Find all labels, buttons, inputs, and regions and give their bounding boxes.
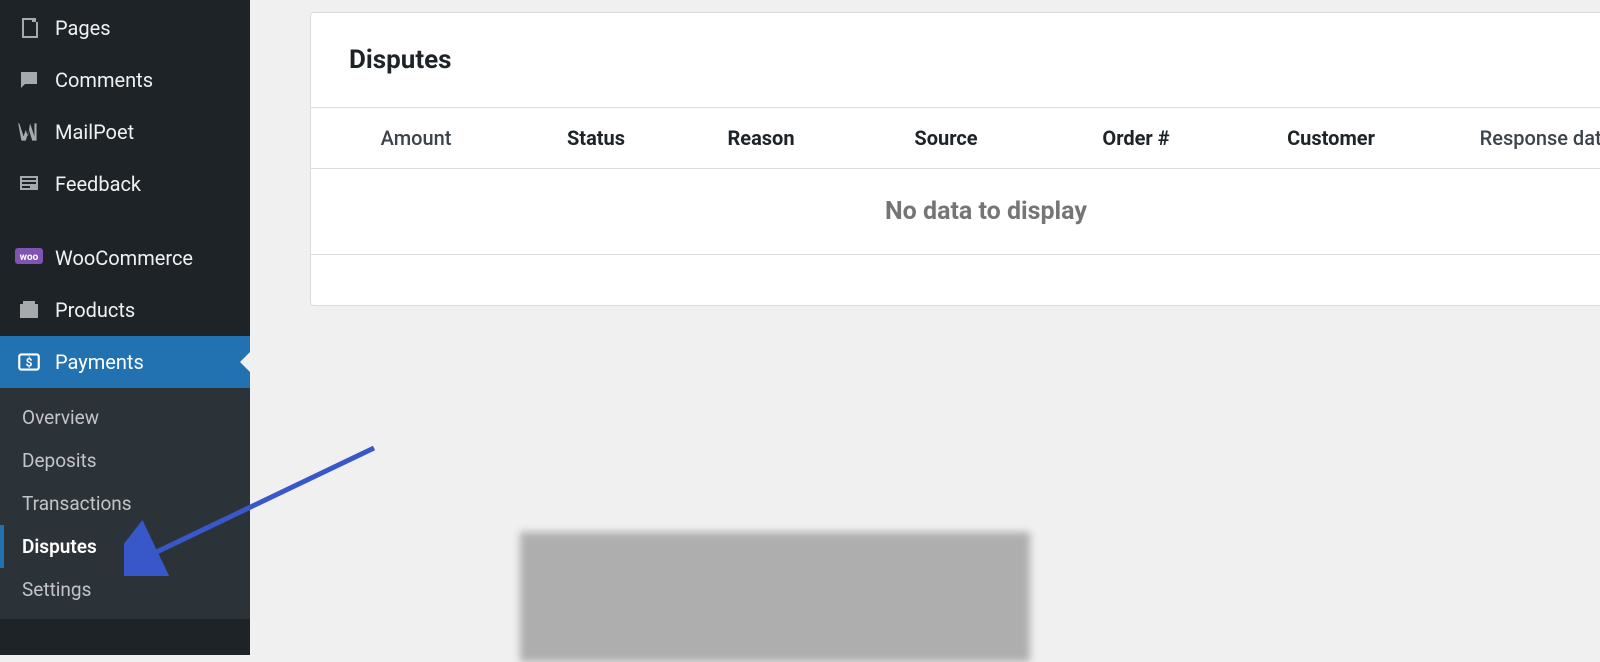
sidebar-item-woocommerce[interactable]: woo WooCommerce	[0, 232, 250, 284]
sidebar-item-products[interactable]: Products	[0, 284, 250, 336]
feedback-icon	[15, 170, 43, 198]
svg-text:$: $	[26, 355, 33, 369]
main-content: Disputes Amount Status Reason Source Ord…	[250, 0, 1600, 655]
card-footer	[311, 255, 1600, 305]
sidebar-sub-label: Transactions	[22, 492, 132, 515]
col-response-date[interactable]: Response date	[1431, 126, 1600, 150]
sidebar-sub-transactions[interactable]: Transactions	[0, 482, 250, 525]
sidebar-submenu-payments: Overview Deposits Transactions Disputes …	[0, 388, 250, 619]
sidebar-spacer	[0, 210, 250, 232]
admin-sidebar: Pages Comments MailPoet Feedback woo Woo…	[0, 0, 250, 655]
col-order[interactable]: Order #	[1041, 126, 1231, 150]
sidebar-item-label: WooCommerce	[55, 246, 193, 270]
sidebar-sub-label: Settings	[22, 578, 91, 601]
sidebar-item-label: Pages	[55, 16, 111, 40]
sidebar-item-label: Products	[55, 298, 135, 322]
products-icon	[15, 296, 43, 324]
svg-text:woo: woo	[20, 252, 39, 263]
comment-icon	[15, 66, 43, 94]
pages-icon	[15, 14, 43, 42]
sidebar-sub-settings[interactable]: Settings	[0, 568, 250, 611]
sidebar-item-label: Payments	[55, 350, 144, 374]
sidebar-sub-deposits[interactable]: Deposits	[0, 439, 250, 482]
payments-icon: $	[15, 348, 43, 376]
sidebar-sub-label: Overview	[22, 406, 99, 429]
card-header: Disputes	[311, 13, 1600, 107]
sidebar-item-pages[interactable]: Pages	[0, 2, 250, 54]
disputes-card: Disputes Amount Status Reason Source Ord…	[310, 12, 1600, 306]
col-status[interactable]: Status	[521, 126, 671, 150]
redacted-region	[520, 532, 1030, 662]
sidebar-item-feedback[interactable]: Feedback	[0, 158, 250, 210]
sidebar-item-comments[interactable]: Comments	[0, 54, 250, 106]
table-empty-message: No data to display	[311, 169, 1600, 255]
col-customer[interactable]: Customer	[1231, 126, 1431, 150]
col-source[interactable]: Source	[851, 126, 1041, 150]
sidebar-item-mailpoet[interactable]: MailPoet	[0, 106, 250, 158]
sidebar-item-label: MailPoet	[55, 120, 134, 144]
panel-title: Disputes	[349, 45, 452, 75]
sidebar-item-payments[interactable]: $ Payments	[0, 336, 250, 388]
woo-icon: woo	[15, 244, 43, 272]
sidebar-item-label: Feedback	[55, 172, 141, 196]
sidebar-sub-label: Deposits	[22, 449, 97, 472]
mailpoet-icon	[15, 118, 43, 146]
col-reason[interactable]: Reason	[671, 126, 851, 150]
sidebar-sub-disputes[interactable]: Disputes	[0, 525, 250, 568]
sidebar-sub-overview[interactable]: Overview	[0, 396, 250, 439]
table-scroll-container[interactable]: Amount Status Reason Source Order # Cust…	[311, 107, 1600, 255]
sidebar-item-label: Comments	[55, 68, 153, 92]
table-header-row: Amount Status Reason Source Order # Cust…	[311, 107, 1600, 169]
col-amount[interactable]: Amount	[311, 126, 521, 150]
sidebar-sub-label: Disputes	[22, 535, 97, 558]
